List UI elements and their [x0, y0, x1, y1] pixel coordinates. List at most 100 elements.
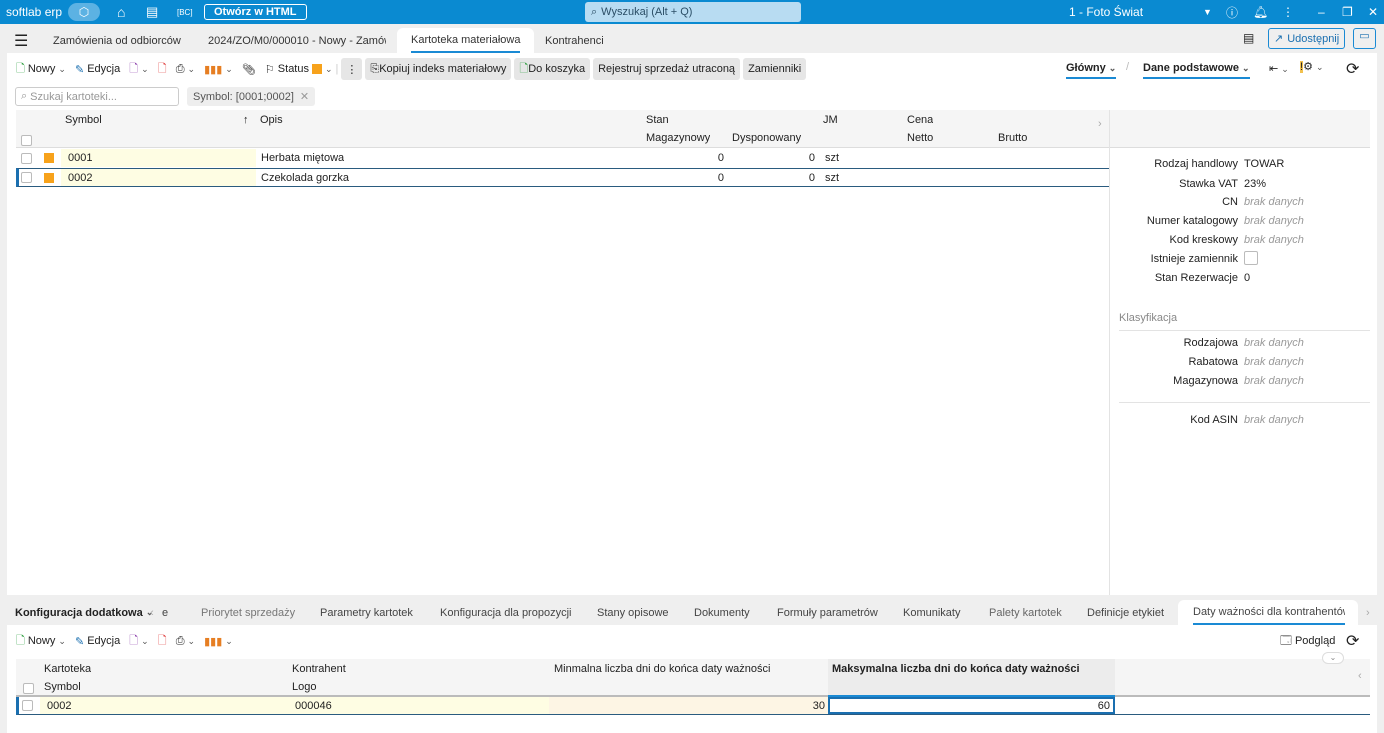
chat-icon[interactable]: ▭ — [1353, 28, 1376, 49]
delete-icon[interactable]: 🗋 — [158, 60, 167, 79]
tab-orders[interactable]: Zamówienia od odbiorców — [39, 28, 195, 53]
info-doc-icon[interactable]: 🗋 — [129, 60, 138, 79]
table-row[interactable]: 0002 000046 30 60 — [16, 697, 1370, 715]
tab-priority[interactable]: Priorytet sprzedaży — [201, 600, 295, 625]
field-label: Stawka VAT — [1179, 178, 1238, 190]
more-button[interactable]: ⋮ — [341, 58, 363, 80]
chevron-down-icon[interactable]: ▼ — [1203, 0, 1212, 24]
chevron-right-icon[interactable]: › — [1093, 118, 1102, 130]
view-basic-select[interactable]: Dane podstawowe ⌄ — [1143, 62, 1250, 79]
print-icon[interactable]: ⎙ — [176, 63, 185, 76]
news-icon[interactable]: ▤ — [146, 0, 158, 24]
tab-material-card[interactable]: Kartoteka materiałowa — [397, 28, 535, 53]
new-icon: 🗋 — [16, 634, 25, 647]
close-icon[interactable]: ✕ — [1368, 0, 1378, 24]
tab-order-doc[interactable]: 2024/ZO/M0/000010 - Nowy - Zamów — [194, 28, 386, 53]
attachment-icon[interactable]: 📎︎ — [242, 63, 256, 76]
more-icon[interactable]: ⋮ — [1282, 0, 1294, 24]
field-label: Istnieje zamiennik — [1150, 253, 1238, 265]
col-symbol[interactable]: Symbol — [39, 678, 81, 695]
row-checkbox[interactable] — [21, 152, 32, 164]
bell-icon[interactable]: 🔔︎ — [1253, 0, 1268, 24]
tab-contractors[interactable]: Kontrahenci — [531, 28, 618, 53]
table-row[interactable]: 0002 Czekolada gorzka 0 0 szt — [16, 168, 1110, 187]
home-icon[interactable]: ⌂ — [117, 0, 125, 24]
edit-button[interactable]: Edycja — [87, 63, 120, 75]
select-all-checkbox[interactable] — [23, 682, 34, 694]
add-doc-icon: 🗋 — [519, 62, 529, 75]
global-search[interactable]: ⌕ Wyszukaj (Alt + Q) — [585, 2, 801, 22]
tab-expiry-dates[interactable]: Daty ważności dla kontrahentów — [1178, 600, 1358, 625]
field-value: 23% — [1244, 178, 1267, 190]
tab-descriptive-states[interactable]: Stany opisowe — [597, 600, 669, 625]
minimize-icon[interactable]: – — [1318, 0, 1325, 24]
restore-icon[interactable]: ❐ — [1342, 0, 1353, 24]
field-label: Stan Rezerwacje — [1154, 272, 1238, 284]
edit-button[interactable]: Edycja — [87, 635, 120, 647]
col-max-days[interactable]: Maksymalna liczba dni do końca daty ważn… — [827, 660, 1080, 677]
col-symbol[interactable]: Symbol — [60, 111, 102, 129]
chevron-left-icon[interactable]: ‹ — [1358, 670, 1362, 682]
edit-icon: ✎ — [74, 635, 85, 648]
help-icon[interactable]: ⓘ — [1226, 0, 1238, 24]
cell-max-days[interactable]: 60 — [828, 697, 1115, 714]
menu-icon[interactable]: ☰ — [14, 31, 28, 51]
tab-card-params[interactable]: Parametry kartotek — [320, 600, 413, 625]
settings-warning-icon[interactable]: !⚙ ⌄ — [1300, 60, 1324, 73]
row-checkbox[interactable] — [21, 172, 32, 183]
panel-toggle-icon[interactable]: ⇤ ⌄ — [1269, 62, 1289, 75]
select-all-checkbox[interactable] — [21, 134, 32, 146]
delete-icon[interactable]: 🗋 — [158, 632, 167, 651]
modules-icon[interactable]: ⬡ — [68, 3, 100, 21]
col-magazynowy[interactable]: Magazynowy — [641, 129, 710, 147]
bc-icon[interactable]: [BC] — [177, 0, 193, 24]
new-button[interactable]: Nowy — [28, 635, 56, 647]
col-opis[interactable]: Opis — [255, 111, 283, 129]
substitute-checkbox[interactable] — [1244, 251, 1258, 265]
cell-opis: Herbata miętowa — [261, 152, 345, 164]
flag-icon: ⚐ — [264, 63, 275, 76]
tab-proposal-config[interactable]: Konfiguracja dla propozycji — [440, 600, 571, 625]
chart-icon[interactable]: ▮▮▮ — [204, 635, 222, 648]
new-button[interactable]: Nowy — [28, 63, 56, 75]
card-search-input[interactable]: ⌕ Szukaj kartoteki... — [15, 87, 179, 106]
register-lost-sale-button[interactable]: Rejestruj sprzedaż utraconą — [593, 58, 741, 80]
copy-index-button[interactable]: ⎘ Kopiuj indeks materiałowy — [365, 58, 512, 80]
open-html-button[interactable]: Otwórz w HTML — [204, 4, 307, 20]
config-dropdown[interactable]: Konfiguracja dodatkowa ⌄ — [15, 600, 153, 625]
tab-e[interactable]: e — [162, 600, 168, 625]
table-row[interactable]: 0001 Herbata miętowa 0 0 szt — [16, 149, 1110, 167]
view-main-select[interactable]: Główny ⌄ — [1066, 62, 1117, 79]
chart-icon[interactable]: ▮▮▮ — [204, 63, 222, 76]
company-selector[interactable]: 1 - Foto Świat — [1069, 0, 1143, 24]
col-logo[interactable]: Logo — [287, 678, 316, 695]
refresh-icon[interactable]: ⟳ — [1346, 631, 1359, 651]
tab-pallets[interactable]: Palety kartotek — [989, 600, 1062, 625]
col-brutto[interactable]: Brutto — [993, 129, 1027, 147]
preview-button[interactable]: 🗔 Podgląd — [1280, 630, 1335, 652]
tab-documents[interactable]: Dokumenty — [694, 600, 750, 625]
tab-label-defs[interactable]: Definicje etykiet — [1087, 600, 1164, 625]
to-cart-button[interactable]: 🗋 Do koszyka — [514, 58, 591, 80]
sort-asc-icon[interactable]: ↑ — [238, 111, 249, 129]
filter-chip[interactable]: Symbol: [0001;0002] ✕ — [187, 87, 316, 106]
col-min-days[interactable]: Minmalna liczba dni do końca daty ważnoś… — [549, 660, 770, 677]
status-button[interactable]: Status — [278, 63, 309, 75]
print-icon[interactable]: ⎙ — [176, 635, 185, 648]
col-netto[interactable]: Netto — [902, 129, 933, 147]
substitutes-button[interactable]: Zamienniki — [743, 58, 807, 80]
layout-icon[interactable]: ▤ — [1243, 31, 1254, 45]
field-label: Rodzajowa — [1183, 337, 1238, 349]
tab-param-formulas[interactable]: Formuły parametrów — [777, 600, 878, 625]
tab-messages[interactable]: Komunikaty — [903, 600, 960, 625]
col-jm[interactable]: JM — [818, 111, 838, 129]
refresh-icon[interactable]: ⟳ — [1346, 59, 1359, 79]
chevron-down-icon[interactable]: ⌄ — [1322, 652, 1344, 664]
col-dysponowany[interactable]: Dysponowany — [727, 129, 801, 147]
share-button[interactable]: ↗ Udostępnij — [1268, 28, 1346, 49]
cell-min-days[interactable]: 30 — [549, 697, 828, 714]
row-checkbox[interactable] — [22, 700, 33, 711]
info-doc-icon[interactable]: 🗋 — [129, 632, 138, 651]
chevron-left-icon[interactable]: ‹ — [150, 600, 154, 625]
chevron-right-icon[interactable]: › — [1366, 600, 1370, 625]
